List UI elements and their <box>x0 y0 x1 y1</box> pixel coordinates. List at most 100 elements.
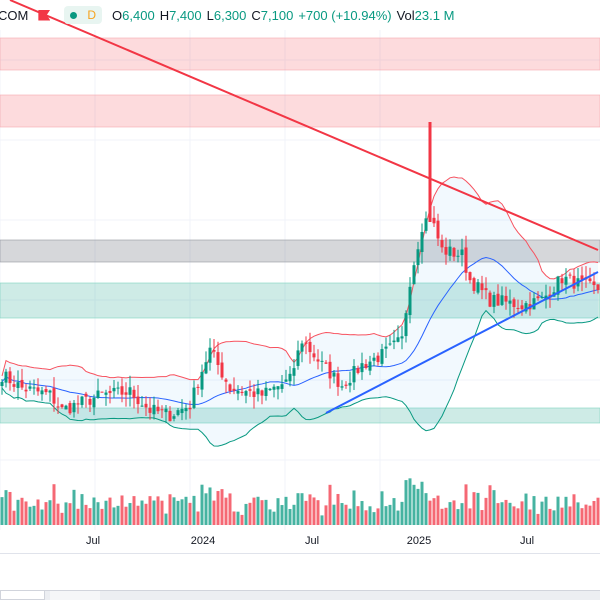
candle-body <box>436 220 440 239</box>
x-tick-label: Jul <box>304 535 320 547</box>
volume-bar <box>200 484 204 525</box>
candle-body <box>228 384 232 392</box>
price-chart[interactable] <box>0 0 600 530</box>
bottom-tab[interactable] <box>50 591 100 600</box>
candle-body <box>224 379 228 382</box>
volume-bar <box>312 497 316 525</box>
volume-bar <box>552 510 556 525</box>
candle-body <box>500 295 504 305</box>
candle-body <box>288 373 292 382</box>
candle-body <box>36 387 40 392</box>
candle-body <box>432 217 436 224</box>
volume-bar <box>588 505 592 525</box>
candle-body <box>400 336 404 339</box>
candle-body <box>412 265 416 285</box>
volume-bar <box>280 505 284 525</box>
candle-body <box>276 386 280 390</box>
volume-bar <box>60 512 64 525</box>
candle-body <box>344 384 348 386</box>
candle-body <box>504 295 508 302</box>
candle-body <box>8 371 12 384</box>
volume-bar <box>308 494 312 525</box>
candle-body <box>188 407 192 410</box>
volume-bar <box>252 497 256 525</box>
candle-body <box>464 247 468 273</box>
high-value: 7,400 <box>169 7 202 23</box>
volume-bar <box>592 500 596 525</box>
volume-bar <box>544 496 548 525</box>
candle-body <box>236 390 240 394</box>
interval-badge[interactable]: D <box>64 6 103 24</box>
candle-body <box>180 408 184 414</box>
candle-body <box>220 362 224 378</box>
volume-bar <box>376 508 380 525</box>
volume-bar <box>360 501 364 525</box>
candle-body <box>460 249 464 256</box>
volume-bar <box>112 507 116 525</box>
volume-bar <box>524 493 528 525</box>
volume-bar <box>528 509 532 525</box>
volume-bar <box>100 508 104 525</box>
candle-body <box>448 246 452 256</box>
volume-bar <box>168 494 172 525</box>
volume-bar <box>352 490 356 525</box>
volume-bar <box>460 503 464 525</box>
volume-bar <box>48 500 52 525</box>
volume-bar <box>448 502 452 525</box>
change-value: +700 (+10.94%) <box>298 7 392 23</box>
volume-bar <box>560 507 564 525</box>
candle-body <box>44 389 48 393</box>
candle-body <box>100 391 104 393</box>
high-label: H <box>159 7 170 23</box>
volume-bar <box>344 504 348 525</box>
candle-body <box>564 276 568 285</box>
candle-body <box>204 362 208 374</box>
candle-body <box>516 307 520 309</box>
candle-body <box>28 386 32 389</box>
legend-header: COM D O 6,400 H 7,400 L 6,300 C 7,100 +700 (… <box>0 4 459 26</box>
volume-bar <box>84 504 88 525</box>
x-tick-label: 2024 <box>190 535 216 547</box>
volume-bar <box>64 502 68 525</box>
volume-bar <box>388 504 392 525</box>
symbol-name[interactable]: COM <box>0 8 28 23</box>
volume-bar <box>184 496 188 525</box>
volume-bar <box>52 484 56 525</box>
candle-body <box>320 360 324 362</box>
candle-body <box>484 288 488 291</box>
candle-body <box>84 393 88 397</box>
candle-body <box>472 278 476 291</box>
candle-body <box>568 274 572 276</box>
candle-body <box>592 281 596 286</box>
volume-bar <box>88 508 92 525</box>
candle-body <box>264 387 268 397</box>
candle-body <box>88 398 92 405</box>
volume-bar <box>392 498 396 525</box>
volume-bar <box>404 480 408 525</box>
volume-bar <box>192 495 196 525</box>
candle-body <box>164 408 168 413</box>
volume-bar <box>284 496 288 525</box>
x-tick-label: Jul <box>519 535 535 547</box>
candle-body <box>184 408 188 412</box>
candle-body <box>328 361 332 379</box>
volume-bar <box>464 484 468 525</box>
volume-bar <box>144 503 148 525</box>
bottom-tab[interactable] <box>0 590 45 600</box>
volume-bar <box>472 492 476 525</box>
candle-body <box>372 357 376 361</box>
volume-bar <box>304 500 308 525</box>
candle-body <box>324 362 328 364</box>
candle-body <box>272 386 276 390</box>
volume-bar <box>584 504 588 525</box>
candle-body <box>364 364 368 368</box>
candle-body <box>116 387 120 389</box>
flag-icon[interactable] <box>38 9 51 21</box>
candle-body <box>212 350 216 352</box>
volume-bar <box>516 508 520 525</box>
candle-body <box>536 296 540 299</box>
volume-bar <box>108 497 112 525</box>
volume-bar <box>172 497 176 525</box>
candle-body <box>456 255 460 257</box>
volume-bar <box>156 496 160 525</box>
